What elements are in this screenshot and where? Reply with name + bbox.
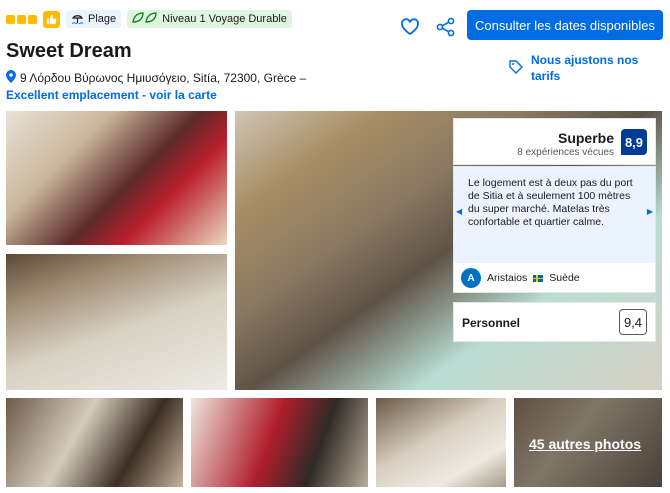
star-icon (6, 14, 15, 24)
star-rating (6, 14, 37, 24)
chevron-right-icon[interactable]: ▶ (647, 207, 653, 216)
price-match-label: Nous ajustons nos tarifs (531, 53, 639, 83)
heart-icon[interactable] (399, 16, 421, 38)
share-icon[interactable] (435, 16, 457, 38)
map-link[interactable]: Excellent emplacement - voir la carte (6, 88, 217, 102)
sustainability-label: Niveau 1 Voyage Durable (162, 13, 287, 25)
leaf-icon (132, 11, 158, 27)
more-photos-link[interactable]: 45 autres photos (529, 436, 641, 452)
map-pin-icon (6, 70, 16, 86)
gallery-photo[interactable] (6, 254, 227, 390)
beach-umbrella-icon (71, 12, 84, 27)
star-icon (17, 14, 26, 24)
price-match-link[interactable]: Nous ajustons nos tarifs (509, 52, 659, 84)
review-text: Le logement est à deux pas du port de Si… (468, 177, 633, 228)
review-bubble: Le logement est à deux pas du port de Si… (454, 167, 655, 263)
thumbs-up-icon (43, 10, 60, 28)
score-badge: 8,9 (621, 129, 647, 155)
property-title: Sweet Dream (6, 40, 132, 62)
reviewer: A Aristaios Suède (461, 268, 580, 288)
avatar: A (461, 268, 481, 288)
price-tag-icon (509, 52, 523, 84)
gallery-thumbnail[interactable] (376, 398, 506, 487)
gallery-thumbnail[interactable] (6, 398, 183, 487)
gallery-photo[interactable] (6, 111, 227, 245)
reviewer-name: Aristaios (487, 272, 528, 284)
sustainability-badge[interactable]: Niveau 1 Voyage Durable (127, 10, 292, 28)
gallery-thumbnail[interactable] (191, 398, 368, 487)
staff-label: Personnel (462, 316, 521, 330)
reviewer-country: Suède (549, 272, 580, 284)
address: 9 Λόρδου Βύρωνος Ημιυσόγειο, Sitía, 7230… (6, 70, 306, 86)
review-count: 8 expériences vécues (517, 147, 614, 158)
beach-label: Plage (88, 13, 117, 25)
check-availability-button[interactable]: Consulter les dates disponibles (467, 10, 663, 40)
chevron-left-icon[interactable]: ◀ (456, 207, 462, 216)
score-word: Superbe (557, 130, 614, 146)
beach-badge: Plage (66, 10, 122, 28)
address-text: 9 Λόρδου Βύρωνος Ημιυσόγειο, Sitía, 7230… (20, 71, 307, 85)
guest-review-card: Le logement est à deux pas du port de Si… (453, 166, 656, 293)
staff-score-card: Personnel 9,4 (453, 302, 656, 342)
star-icon (28, 14, 37, 24)
review-score-card[interactable]: Superbe 8 expériences vécues 8,9 (453, 118, 656, 165)
staff-score: 9,4 (619, 309, 647, 335)
sweden-flag-icon (533, 274, 544, 282)
header-badges: Plage Niveau 1 Voyage Durable (6, 10, 292, 28)
